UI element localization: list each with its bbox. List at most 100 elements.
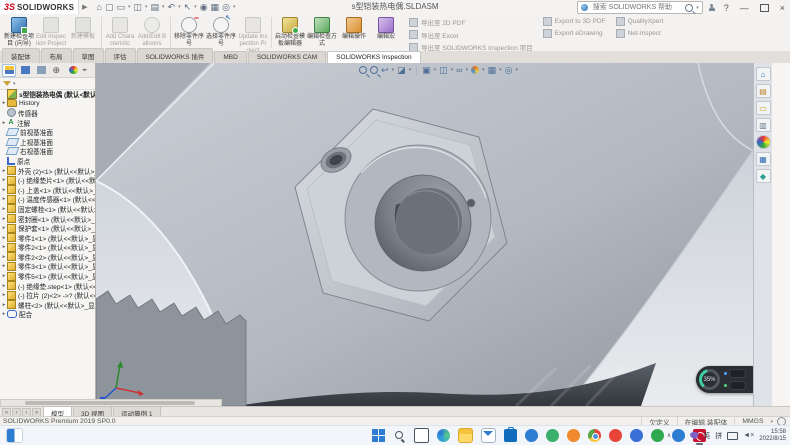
tab-MBD[interactable]: MBD — [214, 51, 246, 63]
ribbon-button-edit-inspection-methods[interactable]: 编辑检查方式 — [307, 15, 337, 50]
graphics-viewport[interactable]: ↩▾◪▾▣▾◫▾∞▾▾▦▾◎▾ 35% ⌂▤▭▥▦◆ — [96, 63, 772, 406]
ribbon-button-new-inspection-project[interactable]: 新建检查项目 (向导) — [4, 15, 34, 50]
dropdown-caret-icon[interactable]: ▾ — [409, 67, 412, 73]
tree-item[interactable]: ▸零件5<1> (默认<<默认>_显示状态 — [0, 271, 95, 281]
security-shield-icon[interactable] — [690, 432, 698, 440]
print-icon[interactable]: ▤ — [151, 2, 160, 12]
filter-caret-icon[interactable]: ▾ — [13, 81, 16, 87]
manager-tab-featuremanager-design-tree[interactable] — [2, 64, 16, 77]
display-tray-icon[interactable] — [727, 432, 738, 440]
view-palette-icon[interactable]: ▥ — [756, 118, 771, 132]
app-orange-taskbar-icon[interactable] — [567, 429, 580, 442]
onedrive-icon[interactable] — [676, 433, 685, 439]
start-taskbar-icon[interactable] — [372, 429, 385, 442]
tree-item[interactable]: 原点 — [0, 156, 95, 166]
store-taskbar-icon[interactable] — [504, 429, 517, 442]
export-menu-item[interactable]: 导出至 2D PDF — [409, 17, 533, 27]
tree-item[interactable]: 前视基准面 — [0, 127, 95, 137]
rebuild-icon[interactable]: ◉ — [200, 2, 208, 12]
tree-item[interactable]: ▸(-) 绝缘垫.step<1> (默认<<默认> — [0, 281, 95, 291]
options-gear-icon[interactable]: ◎ — [222, 2, 230, 12]
ribbon-button-select-balloons[interactable]: 选择零件序号 — [206, 15, 236, 50]
export-menu-item[interactable]: 导出至 Excel — [409, 30, 533, 40]
dropdown-caret-icon[interactable]: ▾ — [128, 4, 131, 10]
custom-properties-icon[interactable]: ▦ — [756, 152, 771, 166]
tray-expand-icon[interactable]: ∧ — [667, 432, 671, 439]
widgets-icon[interactable] — [6, 428, 23, 443]
tree-item[interactable]: ▸密封圈<1> (默认<<默认>_显示状 — [0, 214, 95, 224]
hide-show-items-icon[interactable]: ∞ — [456, 65, 462, 75]
manager-tab-dimxpertmanager[interactable]: ⊕ — [50, 64, 64, 77]
zoom-area-icon[interactable] — [370, 66, 378, 74]
open-document-icon[interactable]: ▭ — [116, 2, 125, 12]
mail-taskbar-icon[interactable] — [481, 428, 496, 443]
previous-view-icon[interactable]: ↩ — [381, 65, 389, 75]
home-icon[interactable]: ⌂ — [756, 67, 771, 81]
tab-SOLIDWORKS CAM[interactable]: SOLIDWORKS CAM — [248, 51, 326, 63]
tab-评估[interactable]: 评估 — [105, 48, 136, 63]
tree-item[interactable]: ▸(-) 上盖<1> (默认<<默认>_显示状 — [0, 185, 95, 195]
app-green-taskbar-icon[interactable] — [546, 429, 559, 442]
ribbon-button-edit-inspection-project[interactable]: Edit Inspection Project — [36, 15, 66, 50]
app-blue-taskbar-icon[interactable] — [525, 429, 538, 442]
search-taskbar-icon[interactable] — [393, 429, 406, 442]
select-icon[interactable]: ↖ — [184, 2, 192, 12]
tree-item[interactable]: 传感器 — [0, 108, 95, 118]
dropdown-caret-icon[interactable]: ▾ — [178, 4, 181, 10]
dropdown-caret-icon[interactable]: ▾ — [451, 67, 454, 73]
tree-item[interactable]: ▸零件3<1> (默认<<默认>_显示状态 — [0, 262, 95, 272]
ribbon-button-add-edit-balloons[interactable]: Add/Edit Balloons — [137, 15, 167, 50]
tree-item[interactable]: ▸History — [0, 99, 95, 109]
ime-language[interactable]: 英 — [703, 431, 710, 441]
tree-item[interactable]: s型铠装热电偶 (默认<默认>_显示状态-1 — [0, 89, 95, 99]
tab-草图[interactable]: 草图 — [73, 48, 104, 63]
export-menu-item[interactable]: QualityXpert — [616, 17, 664, 26]
tree-item[interactable]: ▸零件2<2> (默认<<默认>_显示状态 — [0, 252, 95, 262]
zoom-fit-icon[interactable] — [359, 66, 367, 74]
solidworks-logo[interactable]: 3S SOLIDWORKS — [0, 0, 79, 14]
dropdown-caret-icon[interactable]: ▾ — [516, 67, 519, 73]
new-document-icon[interactable]: ▢ — [105, 2, 114, 12]
dropdown-caret-icon[interactable]: ▾ — [162, 4, 165, 10]
tree-item[interactable]: ▸外壳 (2)<1> (默认<<默认>_显示状 — [0, 166, 95, 176]
manager-tab-configurationmanager[interactable] — [34, 64, 48, 77]
tab-布局[interactable]: 布局 — [41, 48, 72, 63]
ribbon-button-remove-balloons[interactable]: 移除零件序号 — [174, 15, 204, 50]
tree-item[interactable]: ▸(-) 温度传感器<1> (默认<<默认>_ — [0, 195, 95, 205]
tree-item[interactable]: ▸固定螺栓<1> (默认<<默认>_显示 — [0, 204, 95, 214]
help-button[interactable]: ? — [721, 2, 732, 14]
dropdown-caret-icon[interactable]: ▾ — [466, 67, 469, 73]
manager-tab-displaymanager[interactable] — [66, 64, 80, 77]
restore-button[interactable] — [760, 4, 769, 12]
tab-装配体[interactable]: 装配体 — [2, 48, 40, 63]
chrome-taskbar-icon[interactable] — [588, 429, 601, 442]
scrollbar-thumb[interactable] — [25, 401, 195, 405]
design-library-icon[interactable]: ▤ — [756, 84, 771, 98]
recorder-button-1[interactable] — [729, 369, 746, 378]
search-icon[interactable] — [685, 4, 693, 12]
units-selector[interactable]: MMGS — [734, 418, 770, 425]
taskview-taskbar-icon[interactable] — [414, 428, 429, 443]
view-orientation-icon[interactable]: ▣ — [422, 65, 431, 75]
ribbon-button-new-template[interactable]: 新建模板 — [68, 15, 98, 50]
search-input[interactable] — [591, 3, 682, 12]
export-menu-item[interactable]: Export to 3D PDF — [543, 17, 606, 26]
minimize-button[interactable]: — — [737, 2, 752, 14]
tree-item[interactable]: 右视基准面 — [0, 147, 95, 157]
dropdown-caret-icon[interactable]: ▾ — [482, 67, 485, 73]
manager-tab-propertymanager[interactable] — [18, 64, 32, 77]
home-icon[interactable]: ⌂ — [97, 2, 102, 12]
search-caret-icon[interactable]: ▾ — [696, 5, 699, 11]
solidworks-forum-icon[interactable]: ◆ — [756, 169, 771, 183]
model-3d-view[interactable] — [96, 63, 772, 406]
close-button[interactable]: × — [777, 2, 788, 14]
dropdown-caret-icon[interactable]: ▾ — [499, 67, 502, 73]
apply-scene-icon[interactable]: ▦ — [488, 65, 497, 75]
filter-funnel-icon[interactable] — [3, 81, 11, 86]
tree-item[interactable]: ▸零件2<1> (默认<<默认>_显示状态 — [0, 243, 95, 253]
ime-mode[interactable]: 拼 — [715, 431, 722, 441]
recorder-button-2[interactable] — [729, 381, 746, 390]
manager-tabs-overflow-icon[interactable]: ◂▸ — [82, 67, 87, 73]
login-user-icon[interactable] — [708, 4, 716, 12]
tree-item[interactable]: ▸保护套<1> (默认<<默认>_显示状 — [0, 223, 95, 233]
